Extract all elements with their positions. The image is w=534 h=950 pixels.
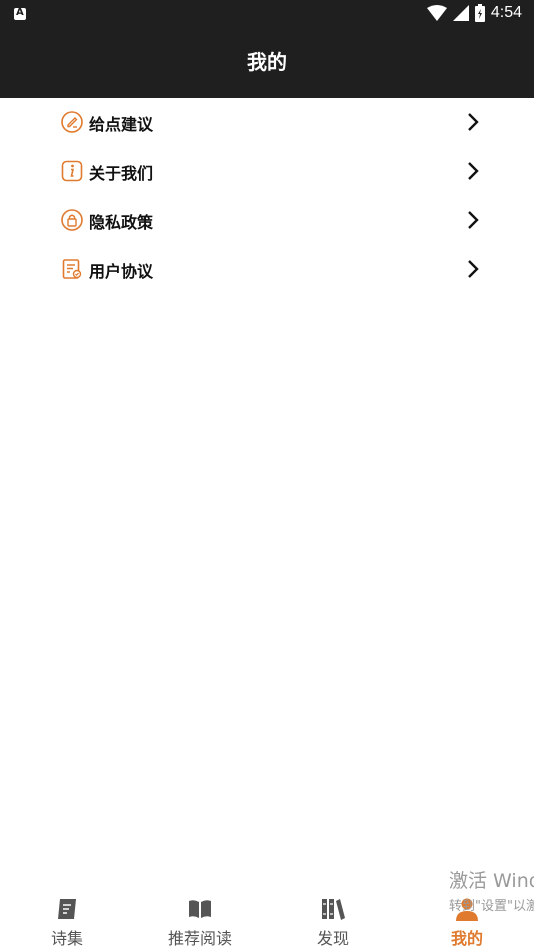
menu-item-about[interactable]: 关于我们 — [0, 147, 534, 196]
menu-item-label: 隐私政策 — [89, 213, 154, 232]
signal-icon — [452, 5, 469, 21]
menu-item-feedback[interactable]: 给点建议 — [0, 98, 534, 147]
books-shelf-icon — [322, 899, 345, 920]
tab-label: 推荐阅读 — [167, 929, 232, 948]
bottom-navigation: 诗集 推荐阅读 发现 我的 — [0, 890, 534, 950]
watermark-line-1: 激活 Windows — [449, 870, 534, 892]
tab-discover[interactable]: 发现 — [273, 890, 393, 950]
chevron-right-icon — [468, 260, 479, 278]
menu-item-agreement[interactable]: 用户协议 — [0, 245, 534, 294]
user-icon — [456, 898, 478, 921]
status-bar: 4:54 — [0, 0, 534, 28]
wifi-icon — [426, 5, 447, 21]
battery-icon — [474, 4, 485, 22]
menu-item-label: 关于我们 — [89, 164, 154, 183]
tab-label: 发现 — [316, 929, 349, 948]
chevron-right-icon — [468, 162, 479, 180]
chevron-right-icon — [468, 113, 479, 131]
status-time: 4:54 — [490, 4, 522, 21]
app-bar: 我的 — [0, 28, 534, 98]
tab-mine[interactable]: 我的 — [407, 890, 527, 950]
menu-item-label: 用户协议 — [89, 262, 154, 281]
menu-item-privacy[interactable]: 隐私政策 — [0, 196, 534, 245]
notification-icon — [14, 7, 26, 20]
agreement-document-icon — [62, 259, 82, 279]
chevron-right-icon — [468, 211, 479, 229]
feedback-edit-icon — [61, 111, 83, 133]
page-title: 我的 — [247, 50, 287, 74]
menu-item-label: 给点建议 — [89, 115, 154, 134]
settings-menu: 给点建议 关于我们 隐私政策 用户协议 — [0, 98, 534, 294]
tab-recommended-reading[interactable]: 推荐阅读 — [140, 890, 260, 950]
tab-label: 我的 — [450, 929, 483, 948]
info-icon — [61, 160, 83, 182]
tab-poetry[interactable]: 诗集 — [7, 890, 127, 950]
tab-label: 诗集 — [50, 929, 83, 948]
book-open-icon — [189, 900, 211, 918]
scroll-icon — [58, 899, 76, 919]
privacy-lock-icon — [61, 209, 83, 231]
